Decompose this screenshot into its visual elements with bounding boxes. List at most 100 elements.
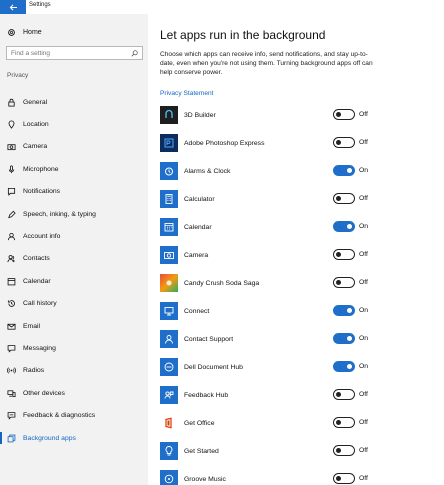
sidebar-item-notifications[interactable]: Notifications (0, 181, 148, 203)
sidebar-item-speech[interactable]: Speech, inking, & typing (0, 203, 148, 225)
location-icon (7, 120, 16, 129)
toggle-knob (336, 391, 341, 397)
toggle-knob (347, 167, 352, 173)
background-toggle[interactable] (333, 277, 355, 288)
sidebar-item-label: Account info (23, 233, 61, 241)
main-content: Let apps run in the background Choose wh… (148, 14, 444, 485)
background-toggle[interactable] (333, 445, 355, 456)
toggle-state-label: On (359, 223, 369, 230)
sidebar-item-contacts[interactable]: Contacts (0, 248, 148, 270)
search-input[interactable]: Find a setting (6, 46, 143, 60)
sidebar-item-messaging[interactable]: Messaging (0, 337, 148, 359)
call-history-icon (7, 299, 16, 308)
sidebar-item-other-devices[interactable]: Other devices (0, 382, 148, 404)
get-started-icon (160, 442, 178, 460)
toggle-state-label: On (359, 167, 369, 174)
toggle-state-label: On (359, 307, 369, 314)
title-bar: Settings (0, 0, 444, 14)
toggle-knob (336, 475, 341, 481)
app-row-3d-builder: 3D Builder Off (160, 101, 444, 129)
app-name: Connect (184, 307, 210, 315)
sidebar-item-call-history[interactable]: Call history (0, 293, 148, 315)
sidebar-item-general[interactable]: General (0, 91, 148, 113)
app-row-camera: Camera Off (160, 241, 444, 269)
sidebar-item-background-apps[interactable]: Background apps (0, 427, 148, 449)
app-row-alarms-clock: Alarms & Clock On (160, 157, 444, 185)
sidebar-item-label: Messaging (23, 344, 56, 352)
app-row-calendar: Calendar On (160, 213, 444, 241)
background-toggle[interactable] (333, 473, 355, 484)
sidebar-item-camera[interactable]: Camera (0, 136, 148, 158)
toggle-knob (347, 307, 352, 313)
app-name: Feedback Hub (184, 391, 229, 399)
background-toggle[interactable] (333, 305, 355, 316)
app-row-calculator: Calculator Off (160, 185, 444, 213)
sidebar-item-label: Location (23, 121, 49, 129)
background-toggle[interactable] (333, 137, 355, 148)
toggle-knob (336, 139, 341, 145)
app-row-contact-support: Contact Support On (160, 325, 444, 353)
3d-builder-icon (160, 106, 178, 124)
app-row-photoshop-express: Adobe Photoshop Express Off (160, 129, 444, 157)
app-name: Dell Document Hub (184, 363, 243, 371)
radios-icon (7, 366, 16, 375)
sidebar: Home Find a setting Privacy General Loca… (0, 14, 148, 485)
background-toggle[interactable] (333, 361, 355, 372)
search-icon (131, 50, 138, 57)
sidebar-item-feedback-diagnostics[interactable]: Feedback & diagnostics (0, 404, 148, 426)
connect-icon (160, 302, 178, 320)
gear-icon (7, 28, 16, 37)
toggle-state-label: Off (359, 251, 368, 258)
lock-icon (7, 98, 16, 107)
background-toggle[interactable] (333, 193, 355, 204)
toggle-state-label: Off (359, 475, 368, 482)
toggle-knob (336, 279, 341, 285)
toggle-knob (336, 251, 341, 257)
speech-icon (7, 210, 16, 219)
sidebar-item-label: Radios (23, 367, 45, 375)
sidebar-item-radios[interactable]: Radios (0, 360, 148, 382)
sidebar-item-calendar[interactable]: Calendar (0, 270, 148, 292)
app-name: Calendar (184, 223, 212, 231)
back-button[interactable] (0, 0, 26, 14)
privacy-statement-link[interactable]: Privacy Statement (160, 90, 214, 97)
sidebar-item-label: Call history (23, 300, 57, 308)
page-description: Choose which apps can receive info, send… (160, 51, 373, 76)
toggle-knob (336, 195, 341, 201)
nav-list: General Location Camera Microphone Notif… (0, 91, 148, 449)
toggle-state-label: On (359, 335, 369, 342)
background-toggle[interactable] (333, 417, 355, 428)
app-name: 3D Builder (184, 111, 216, 119)
feedback-hub-icon (160, 386, 178, 404)
search-placeholder: Find a setting (11, 50, 51, 57)
background-toggle[interactable] (333, 333, 355, 344)
contact-support-icon (160, 330, 178, 348)
app-name: Get Started (184, 447, 219, 455)
app-name: Get Office (184, 419, 215, 427)
messaging-icon (7, 344, 16, 353)
background-toggle[interactable] (333, 221, 355, 232)
app-row-get-started: Get Started Off (160, 437, 444, 465)
sidebar-item-label: Contacts (23, 255, 50, 263)
toggle-state-label: Off (359, 111, 368, 118)
sidebar-item-label: Notifications (23, 188, 61, 196)
sidebar-item-account-info[interactable]: Account info (0, 225, 148, 247)
toggle-knob (347, 363, 352, 369)
sidebar-item-label: Microphone (23, 165, 59, 173)
email-icon (7, 322, 16, 331)
sidebar-item-microphone[interactable]: Microphone (0, 158, 148, 180)
app-name: Alarms & Clock (184, 167, 231, 175)
app-row-feedback-hub: Feedback Hub Off (160, 381, 444, 409)
notifications-icon (7, 187, 16, 197)
home-label: Home (23, 28, 42, 36)
sidebar-item-email[interactable]: Email (0, 315, 148, 337)
home-nav-item[interactable]: Home (7, 26, 42, 38)
background-toggle[interactable] (333, 109, 355, 120)
window-title: Settings (29, 2, 51, 8)
background-toggle[interactable] (333, 165, 355, 176)
background-toggle[interactable] (333, 389, 355, 400)
background-toggle[interactable] (333, 249, 355, 260)
toggle-state-label: Off (359, 391, 368, 398)
calendar-app-icon (160, 218, 178, 236)
sidebar-item-location[interactable]: Location (0, 113, 148, 135)
